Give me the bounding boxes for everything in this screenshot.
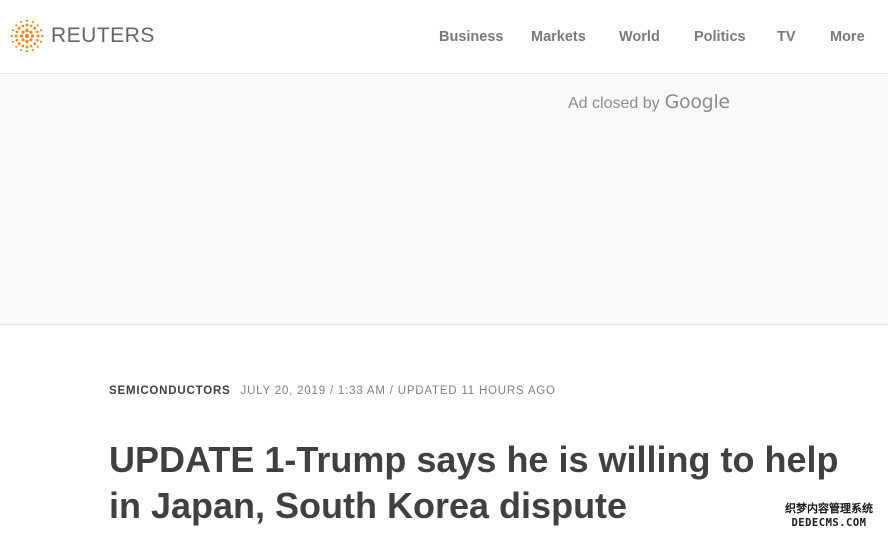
nav-item-world[interactable]: World bbox=[619, 29, 660, 45]
reuters-dot-logo-icon bbox=[10, 19, 44, 53]
nav-item-more[interactable]: More bbox=[830, 29, 865, 45]
ad-slot: Ad closed by Google bbox=[0, 74, 888, 325]
nav-item-tv[interactable]: TV bbox=[777, 29, 796, 45]
reuters-logo[interactable]: REUTERS bbox=[10, 19, 155, 53]
site-header: REUTERS Business Markets World Politics … bbox=[0, 0, 888, 74]
ad-provider-logo: Google bbox=[664, 91, 731, 113]
article-headline: UPDATE 1-Trump says he is willing to hel… bbox=[109, 439, 839, 526]
watermark-line-1: 织梦内容管理系统 bbox=[785, 501, 873, 515]
article-dateline: JULY 20, 2019 / 1:33 AM / UPDATED 11 HOU… bbox=[240, 385, 556, 397]
brand-wordmark: REUTERS bbox=[51, 24, 155, 47]
watermark-line-2: DEDECMS.COM bbox=[791, 517, 866, 529]
article-meta: SEMICONDUCTORS JULY 20, 2019 / 1:33 AM /… bbox=[109, 385, 556, 397]
nav-item-markets[interactable]: Markets bbox=[531, 29, 586, 45]
dedecms-watermark: 织梦内容管理系统 DEDECMS.COM bbox=[785, 501, 874, 530]
ad-closed-label: Ad closed by bbox=[568, 95, 660, 112]
nav-item-business[interactable]: Business bbox=[439, 29, 503, 45]
section-link[interactable]: SEMICONDUCTORS bbox=[109, 385, 231, 397]
nav-item-politics[interactable]: Politics bbox=[694, 29, 746, 45]
ad-closed-notice: Ad closed by Google bbox=[568, 91, 730, 113]
